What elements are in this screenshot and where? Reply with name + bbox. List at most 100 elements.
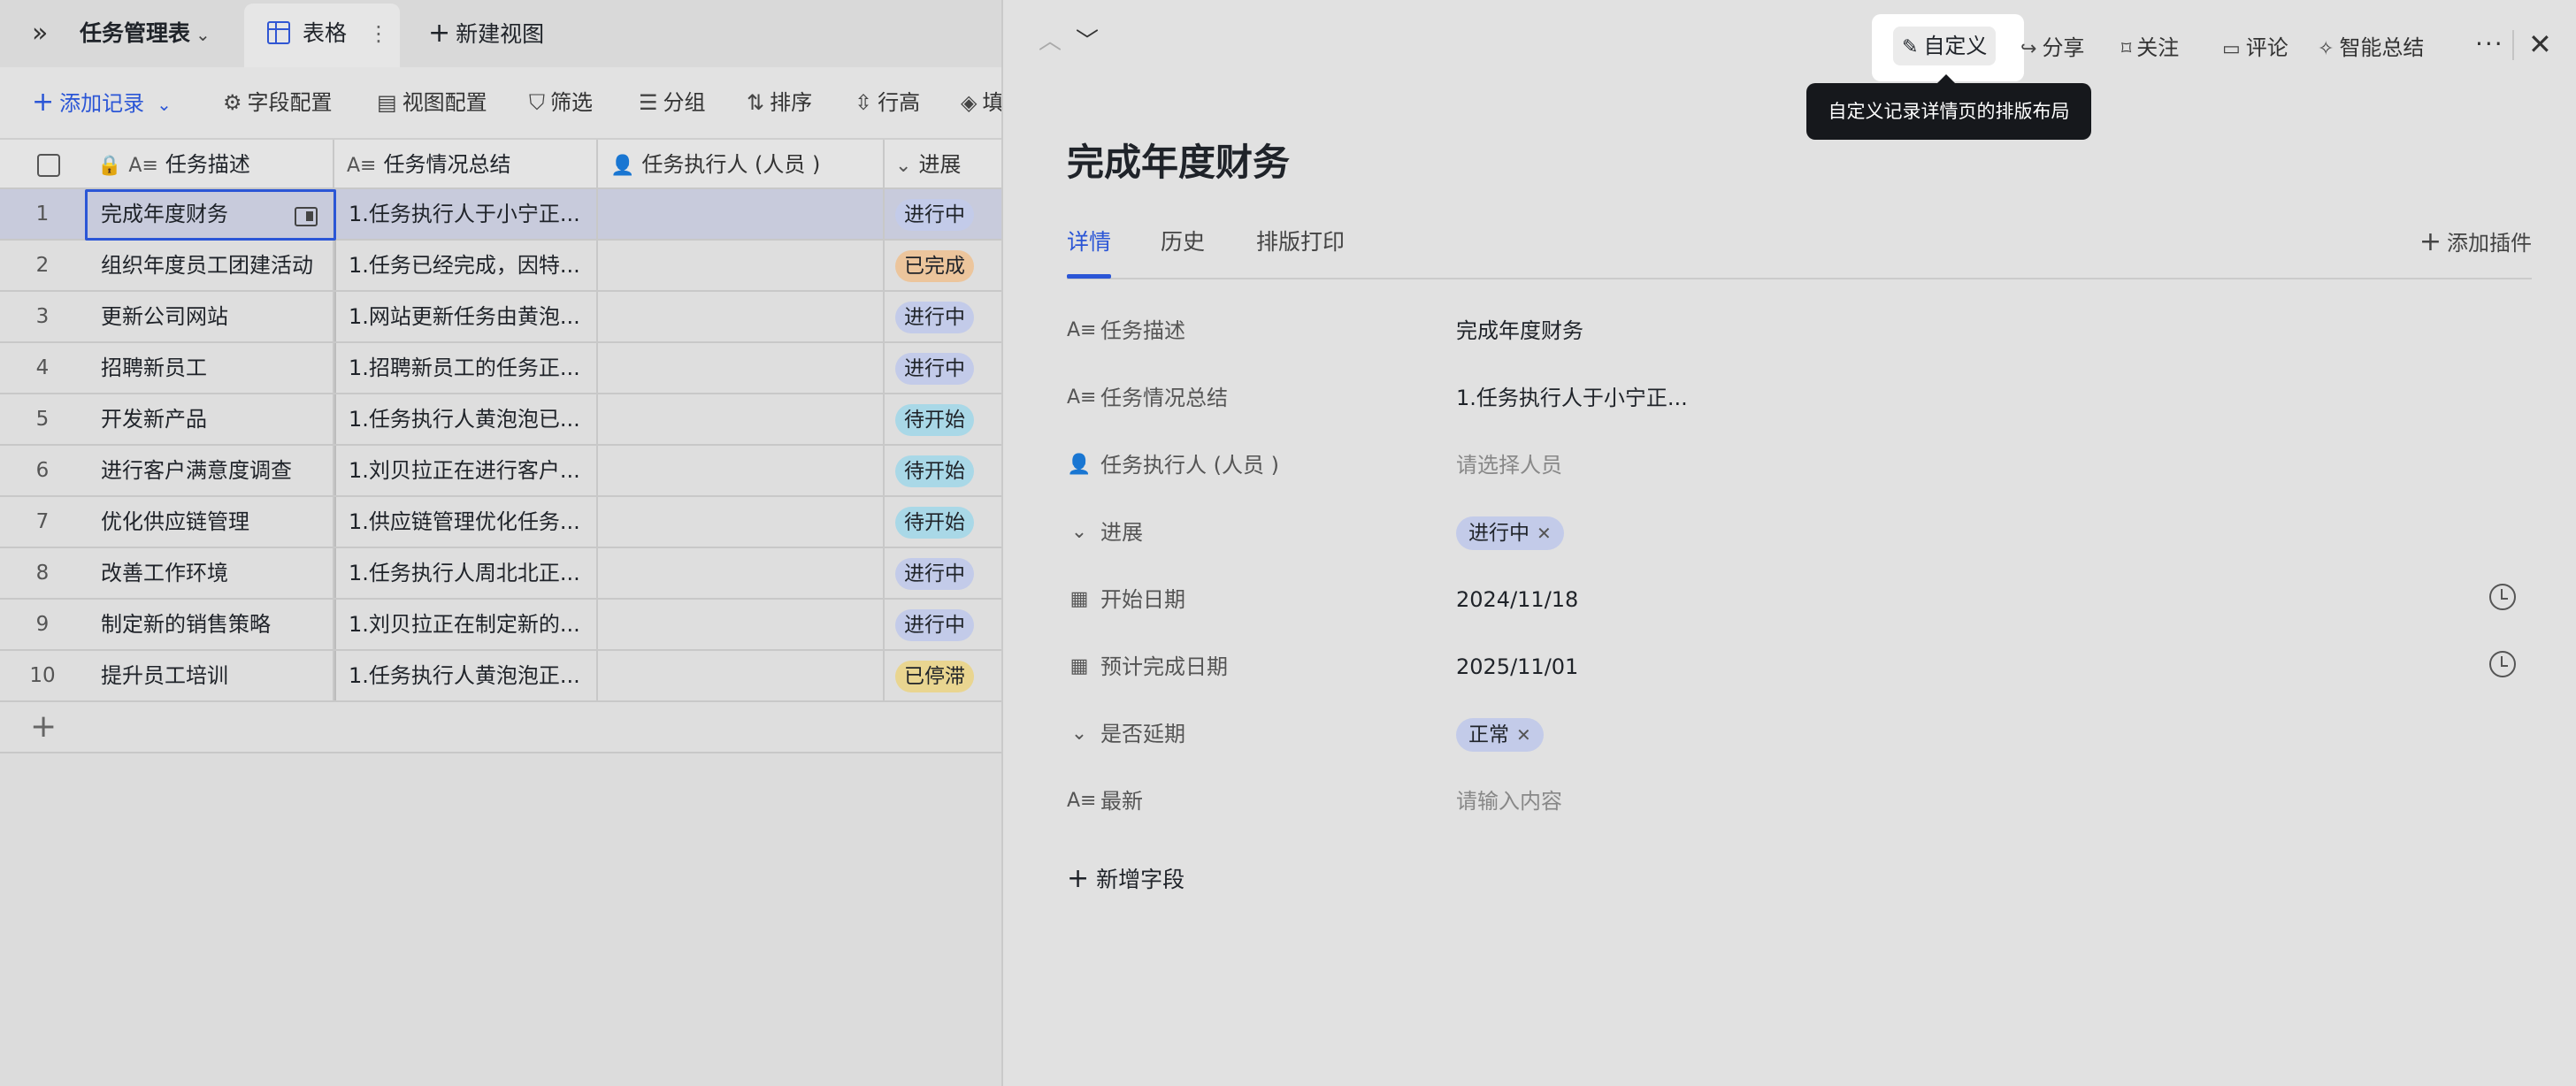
cell-executor[interactable] <box>598 292 885 341</box>
cell-progress[interactable]: 已完成 <box>885 241 1001 290</box>
column-header-summary[interactable]: A≡ 任务情况总结 <box>334 140 598 187</box>
column-header-progress[interactable]: ⌄ 进展 <box>885 140 1001 187</box>
follow-button[interactable]: ⌑ 关注 <box>2121 30 2179 67</box>
cell-progress[interactable]: 进行中 <box>885 189 1001 239</box>
cell-progress[interactable]: 进行中 <box>885 600 1001 649</box>
tab-details[interactable]: 详情 <box>1067 223 1112 279</box>
table-row[interactable]: 1 完成年度财务 1.任务执行人于小宁正... 进行中 <box>0 189 1001 241</box>
delayed-select[interactable]: 正常 ✕ <box>1456 716 1544 752</box>
expand-sidebar-icon[interactable]: » <box>32 18 64 50</box>
cell-executor[interactable] <box>598 241 885 290</box>
ai-summary-button[interactable]: ✧ 智能总结 <box>2318 30 2424 67</box>
cell-executor[interactable] <box>598 189 885 239</box>
table-row[interactable]: 4 招聘新员工 1.招聘新员工的任务正... 进行中 <box>0 343 1001 394</box>
column-header-desc[interactable]: 🔒 A≡ 任务描述 <box>85 140 334 187</box>
latest-input[interactable]: 请输入内容 <box>1456 784 1562 819</box>
cell-desc[interactable]: 进行客户满意度调查 <box>85 446 334 495</box>
cell-summary[interactable]: 1.供应链管理优化任务... <box>334 497 598 547</box>
cell-summary[interactable]: 1.任务执行人黄泡泡已... <box>334 394 598 444</box>
remove-tag-icon[interactable]: ✕ <box>1537 523 1552 544</box>
fill-color-button[interactable]: ◈ 填 <box>961 87 1001 119</box>
cell-summary[interactable]: 1.招聘新员工的任务正... <box>334 343 598 393</box>
cell-desc[interactable]: 提升员工培训 <box>85 651 334 700</box>
cell-desc[interactable]: 优化供应链管理 <box>85 497 334 547</box>
column-header-executor[interactable]: 👤 任务执行人 (人员 ) <box>598 140 885 187</box>
table-row[interactable]: 7 优化供应链管理 1.供应链管理优化任务... 待开始 <box>0 497 1001 548</box>
cell-desc[interactable]: 改善工作环境 <box>85 548 334 598</box>
cell-executor[interactable] <box>598 497 885 547</box>
cell-summary[interactable]: 1.刘贝拉正在制定新的... <box>334 600 598 649</box>
add-row-button[interactable]: + <box>0 702 1001 753</box>
more-vertical-icon[interactable]: ⋮ <box>368 18 389 50</box>
next-record-icon[interactable]: ﹀ <box>1074 28 1100 55</box>
new-field-button[interactable]: + 新增字段 <box>1067 860 1184 899</box>
table-row[interactable]: 3 更新公司网站 1.网站更新任务由黄泡... 进行中 <box>0 292 1001 343</box>
table-row[interactable]: 9 制定新的销售策略 1.刘贝拉正在制定新的... 进行中 <box>0 600 1001 651</box>
more-options-icon[interactable]: ··· <box>2475 27 2504 62</box>
customize-button[interactable]: ✎ 自定义 <box>1893 27 1997 65</box>
new-view-button[interactable]: + 新建视图 <box>428 18 544 50</box>
tab-history[interactable]: 历史 <box>1161 223 1205 262</box>
table-name-dropdown[interactable]: 任务管理表 ⌄ <box>80 18 211 50</box>
field-config-button[interactable]: ⚙ 字段配置 <box>223 87 333 119</box>
sort-button[interactable]: ⇅ 排序 <box>747 87 812 119</box>
tab-grid-view[interactable]: 表格 ⋮ <box>244 4 400 67</box>
cell-progress[interactable]: 进行中 <box>885 343 1001 393</box>
cell-executor[interactable] <box>598 343 885 393</box>
field-value[interactable]: 完成年度财务 <box>1456 313 1583 348</box>
group-button[interactable]: ☰ 分组 <box>639 87 706 119</box>
text-field-icon: A≡ <box>347 155 377 177</box>
executor-picker[interactable]: 请选择人员 <box>1456 447 1562 483</box>
table-row[interactable]: 5 开发新产品 1.任务执行人黄泡泡已... 待开始 <box>0 394 1001 446</box>
cell-summary[interactable]: 1.任务执行人周北北正... <box>334 548 598 598</box>
table-row[interactable]: 6 进行客户满意度调查 1.刘贝拉正在进行客户... 待开始 <box>0 446 1001 497</box>
share-button[interactable]: ↪ 分享 <box>2020 30 2084 67</box>
cell-summary[interactable]: 1.刘贝拉正在进行客户... <box>334 446 598 495</box>
remove-tag-icon[interactable]: ✕ <box>1516 724 1531 746</box>
tab-layout-print[interactable]: 排版打印 <box>1256 223 1345 262</box>
cell-summary[interactable]: 1.任务执行人黄泡泡正... <box>334 651 598 700</box>
cell-progress[interactable]: 已停滞 <box>885 651 1001 700</box>
cell-desc[interactable]: 制定新的销售策略 <box>85 600 334 649</box>
cell-desc[interactable]: 更新公司网站 <box>85 292 334 341</box>
comment-button[interactable]: ▭ 评论 <box>2222 30 2288 67</box>
row-height-button[interactable]: ⇳ 行高 <box>855 87 920 119</box>
cell-progress[interactable]: 进行中 <box>885 548 1001 598</box>
cell-executor[interactable] <box>598 548 885 598</box>
chevron-down-icon[interactable]: ⌄ <box>157 88 172 120</box>
progress-select[interactable]: 进行中 ✕ <box>1456 515 1564 550</box>
table-row[interactable]: 10 提升员工培训 1.任务执行人黄泡泡正... 已停滞 <box>0 651 1001 702</box>
cell-summary[interactable]: 1.任务执行人于小宁正... <box>334 189 598 239</box>
field-value[interactable]: 1.任务执行人于小宁正... <box>1456 380 1688 416</box>
field-is-delayed: ⌄ 是否延期 正常 ✕ <box>1067 709 2571 762</box>
cell-summary[interactable]: 1.任务已经完成，因特... <box>334 241 598 290</box>
cell-executor[interactable] <box>598 651 885 700</box>
date-value[interactable]: 2025/11/01 <box>1456 649 1578 684</box>
cell-desc[interactable]: 招聘新员工 <box>85 343 334 393</box>
close-icon[interactable]: ✕ <box>2528 27 2552 62</box>
expand-record-icon[interactable] <box>295 207 318 226</box>
add-record-label: 添加记录 <box>59 91 145 116</box>
cell-executor[interactable] <box>598 446 885 495</box>
selected-cell-outline <box>85 189 336 241</box>
table-row[interactable]: 8 改善工作环境 1.任务执行人周北北正... 进行中 <box>0 548 1001 600</box>
add-plugin-button[interactable]: + 添加插件 <box>2419 223 2532 263</box>
cell-progress[interactable]: 进行中 <box>885 292 1001 341</box>
cell-executor[interactable] <box>598 394 885 444</box>
previous-record-icon[interactable]: ︿ <box>1037 28 1063 55</box>
cell-desc[interactable]: 开发新产品 <box>85 394 334 444</box>
add-record-button[interactable]: + 添加记录 ⌄ <box>32 87 177 120</box>
cell-progress[interactable]: 待开始 <box>885 497 1001 547</box>
cell-summary[interactable]: 1.网站更新任务由黄泡... <box>334 292 598 341</box>
cell-desc[interactable]: 组织年度员工团建活动 <box>85 241 334 290</box>
cell-executor[interactable] <box>598 600 885 649</box>
cell-progress[interactable]: 待开始 <box>885 446 1001 495</box>
filter-button[interactable]: ⛉ 筛选 <box>529 87 593 119</box>
view-config-button[interactable]: ▤ 视图配置 <box>377 87 487 119</box>
table-row[interactable]: 2 组织年度员工团建活动 1.任务已经完成，因特... 已完成 <box>0 241 1001 292</box>
alarm-clock-icon[interactable] <box>2489 584 2516 610</box>
date-value[interactable]: 2024/11/18 <box>1456 582 1578 617</box>
alarm-clock-icon[interactable] <box>2489 651 2516 677</box>
select-all-checkbox[interactable] <box>37 154 60 177</box>
cell-progress[interactable]: 待开始 <box>885 394 1001 444</box>
